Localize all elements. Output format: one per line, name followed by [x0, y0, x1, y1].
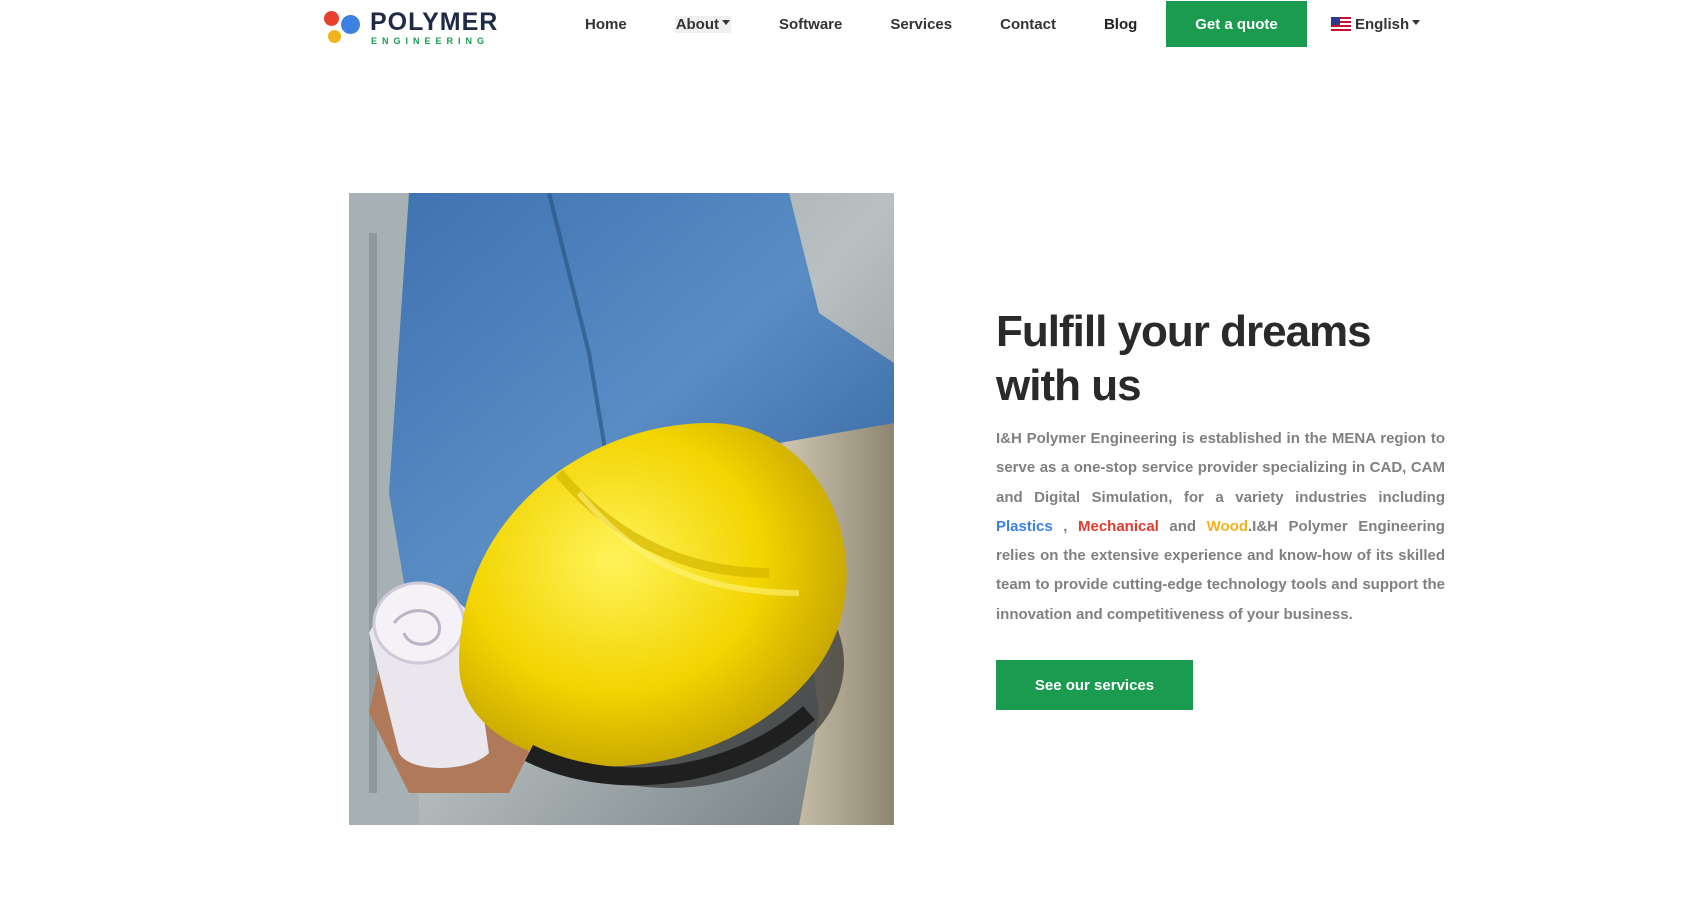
logo-dots-icon: [322, 10, 366, 46]
logo-name: POLYMER: [370, 8, 499, 36]
hero-description: I&H Polymer Engineering is established i…: [996, 430, 1445, 623]
get-quote-button[interactable]: Get a quote: [1166, 1, 1307, 47]
nav-item-blog[interactable]: Blog: [1104, 16, 1137, 33]
nav-item-about-label: About: [675, 15, 720, 33]
mechanical-link[interactable]: Mechanical: [1078, 518, 1159, 535]
chevron-down-icon: [1412, 19, 1421, 25]
site-header: POLYMER ENGINEERING Home About Software …: [0, 0, 1708, 50]
nav-item-home[interactable]: Home: [585, 16, 627, 33]
wood-link[interactable]: Wood: [1207, 518, 1248, 535]
hero-image: [349, 193, 894, 825]
nav-item-software[interactable]: Software: [779, 16, 842, 33]
nav-item-about[interactable]: About: [674, 15, 732, 33]
nav-item-services[interactable]: Services: [890, 16, 952, 33]
language-label: English: [1355, 15, 1410, 33]
chevron-down-icon: [722, 19, 731, 25]
see-services-button[interactable]: See our services: [996, 660, 1193, 710]
worker-hard-hat-photo: [349, 193, 894, 825]
main-nav: Home About Software Services Contact Blo…: [585, 0, 1185, 48]
language-selector[interactable]: English: [1331, 12, 1421, 36]
plastics-link[interactable]: Plastics: [996, 518, 1053, 535]
polymer-logo[interactable]: POLYMER ENGINEERING: [322, 10, 552, 46]
nav-item-contact[interactable]: Contact: [1000, 16, 1056, 33]
hero-headline: Fulfill your dreams with us: [996, 307, 1372, 410]
us-flag-icon: [1331, 17, 1351, 31]
logo-tagline: ENGINEERING: [371, 36, 490, 46]
